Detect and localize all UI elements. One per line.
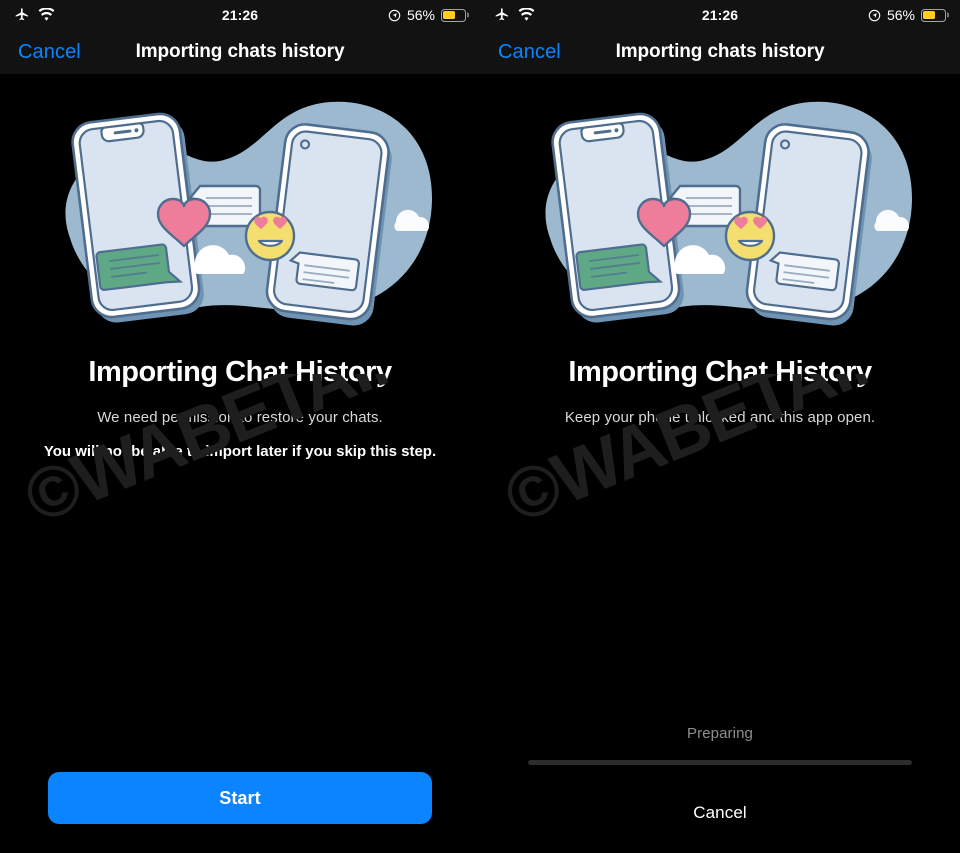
status-bar-left-icons	[14, 7, 55, 23]
right-bottom-actions: Preparing Cancel	[480, 725, 960, 853]
dual-screenshot-container: 21:26 56% Cancel Importing chats history	[0, 0, 960, 853]
battery-icon	[921, 8, 946, 22]
status-bar-right-icons: 56%	[868, 7, 946, 23]
nav-cancel-button[interactable]: Cancel	[18, 41, 81, 64]
right-headline: Importing Chat History	[568, 356, 872, 388]
start-button[interactable]: Start	[48, 772, 432, 824]
import-progress-bar	[528, 760, 912, 765]
right-phone-screen: 21:26 56% Cancel Importing chats history	[480, 0, 960, 853]
location-services-icon	[868, 9, 881, 22]
location-services-icon	[388, 9, 401, 22]
status-bar-right-icons: 56%	[388, 7, 466, 23]
navigation-bar: Cancel Importing chats history	[480, 30, 960, 74]
left-content: Importing Chat History We need permissio…	[0, 74, 480, 853]
wabetainfo-watermark: ©WABETAINFO	[28, 374, 468, 584]
progress-status-label: Preparing	[687, 725, 753, 742]
left-phone-screen: 21:26 56% Cancel Importing chats history	[0, 0, 480, 853]
cancel-import-button[interactable]: Cancel	[693, 803, 747, 823]
nav-cancel-button[interactable]: Cancel	[498, 41, 561, 64]
left-warning-text: You will not be able to import later if …	[43, 443, 437, 460]
heart-eyes-emoji	[724, 210, 776, 262]
left-bottom-actions: Start	[0, 772, 480, 853]
battery-icon	[441, 8, 466, 22]
wabetainfo-watermark: ©WABETAINFO	[508, 374, 948, 584]
status-bar: 21:26 56%	[480, 0, 960, 30]
wifi-icon	[38, 8, 55, 22]
right-subtitle: Keep your phone unlocked and this app op…	[564, 409, 876, 426]
status-bar-left-icons	[494, 7, 535, 23]
left-subtitle: We need permission to restore your chats…	[97, 409, 383, 426]
left-headline: Importing Chat History	[88, 356, 392, 388]
battery-percent-label: 56%	[406, 7, 435, 23]
two-phones-chat-transfer-illustration	[520, 88, 920, 338]
battery-fill	[443, 10, 455, 20]
right-content: Importing Chat History Keep your phone u…	[480, 74, 960, 853]
status-bar: 21:26 56%	[0, 0, 480, 30]
watermark-text: ©WABETAINFO	[508, 374, 948, 539]
navigation-bar: Cancel Importing chats history	[0, 30, 480, 74]
two-phones-chat-transfer-illustration	[40, 88, 440, 338]
wifi-icon	[518, 8, 535, 22]
battery-percent-label: 56%	[886, 7, 915, 23]
airplane-mode-icon	[14, 7, 30, 23]
heart-eyes-emoji	[244, 210, 296, 262]
airplane-mode-icon	[494, 7, 510, 23]
battery-fill	[923, 10, 935, 20]
